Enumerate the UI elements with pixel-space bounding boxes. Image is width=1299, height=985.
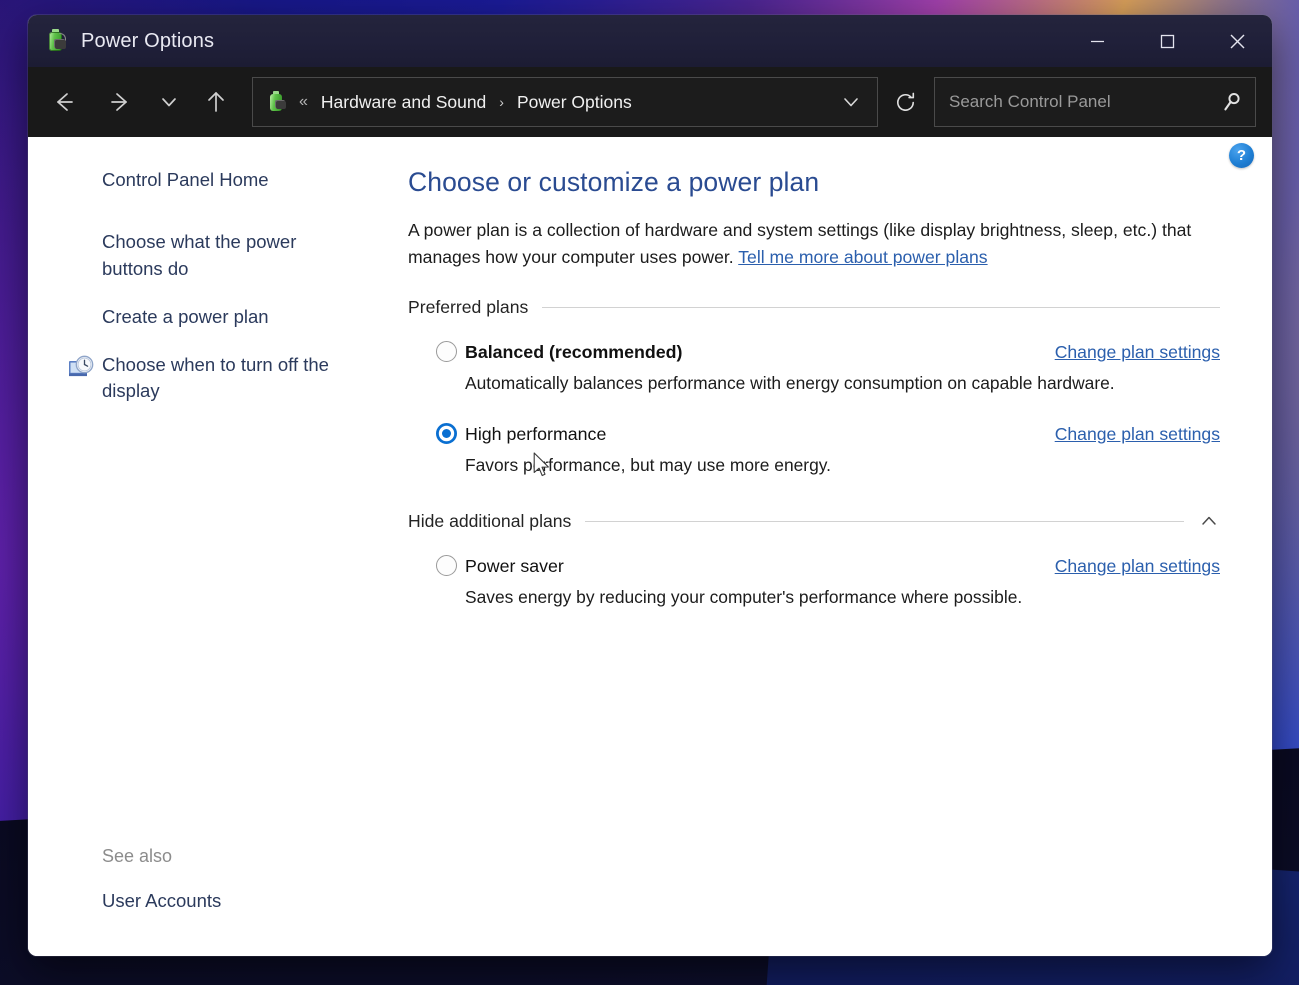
group-header-hide-additional-plans[interactable]: Hide additional plans [408, 510, 1220, 532]
main-pane: ? Choose or customize a power plan A pow… [380, 137, 1272, 956]
titlebar-left: Power Options [28, 29, 214, 53]
sidebar-item-label: Choose when to turn off the display [102, 354, 329, 402]
plan-description-power-saver: Saves energy by reducing your computer's… [465, 587, 1023, 608]
power-options-window: Power Options « Hardware and Sound › Pow… [28, 15, 1272, 956]
search-input[interactable] [949, 92, 1219, 112]
sidebar-item-control-panel-home[interactable]: Control Panel Home [28, 163, 358, 197]
breadcrumb-item-power-options[interactable]: Power Options [513, 87, 636, 118]
group-rule [542, 307, 1220, 309]
forward-button[interactable] [98, 80, 142, 124]
back-button[interactable] [42, 80, 86, 124]
breadcrumb-overflow-icon[interactable]: « [299, 93, 308, 111]
search-icon[interactable] [1219, 91, 1245, 113]
plan-row-high-performance: High performance Change plan settings Fa… [408, 422, 1220, 476]
plan-description-high-performance: Favors performance, but may use more ene… [465, 455, 832, 476]
group-label: Preferred plans [408, 297, 529, 318]
sidebar-item-create-a-power-plan[interactable]: Create a power plan [28, 300, 358, 334]
window-controls [1062, 15, 1272, 67]
minimize-button[interactable] [1062, 15, 1132, 67]
close-button[interactable] [1202, 15, 1272, 67]
sidebar: Control Panel Home Choose what the power… [28, 137, 380, 956]
plan-name-balanced[interactable]: Balanced (recommended) [465, 342, 682, 363]
see-also-heading: See also [102, 846, 173, 866]
plan-row-top: Power saver Change plan settings [438, 554, 1220, 578]
search-box[interactable] [934, 77, 1256, 127]
change-plan-settings-high-performance[interactable]: Change plan settings [1055, 424, 1220, 445]
plan-row-power-saver: Power saver Change plan settings Saves e… [408, 554, 1220, 608]
plan-row-balanced: Balanced (recommended) Change plan setti… [408, 340, 1220, 394]
change-plan-settings-power-saver[interactable]: Change plan settings [1055, 556, 1220, 577]
battery-plug-icon [45, 29, 67, 53]
maximize-button[interactable] [1132, 15, 1202, 67]
preferred-plans-list: Balanced (recommended) Change plan setti… [408, 340, 1220, 476]
chevron-down-icon[interactable] [831, 82, 871, 122]
navigation-toolbar: « Hardware and Sound › Power Options [28, 67, 1272, 137]
refresh-icon[interactable] [882, 79, 928, 125]
plan-row-top: Balanced (recommended) Change plan setti… [438, 340, 1220, 364]
tell-me-more-link[interactable]: Tell me more about power plans [738, 247, 987, 267]
sidebar-item-choose-when-to-turn-off-display[interactable]: Choose when to turn off the display [28, 348, 358, 409]
window-titlebar[interactable]: Power Options [28, 15, 1272, 67]
monitor-clock-icon [68, 354, 96, 380]
group-rule [585, 520, 1184, 522]
sidebar-item-choose-what-power-buttons-do[interactable]: Choose what the power buttons do [28, 225, 358, 286]
plan-description-balanced: Automatically balances performance with … [465, 373, 1115, 394]
plan-name-power-saver[interactable]: Power saver [465, 556, 564, 577]
chevron-up-icon[interactable] [1198, 510, 1220, 532]
additional-plans-list: Power saver Change plan settings Saves e… [408, 554, 1220, 608]
window-title: Power Options [81, 29, 215, 52]
address-battery-icon [267, 91, 287, 113]
up-button[interactable] [194, 80, 238, 124]
window-content: Control Panel Home Choose what the power… [28, 137, 1272, 956]
plan-name-high-performance[interactable]: High performance [465, 424, 606, 445]
page-title: Choose or customize a power plan [408, 167, 820, 197]
help-icon[interactable]: ? [1229, 143, 1254, 168]
see-also-section: See also User Accounts [28, 846, 380, 956]
group-label[interactable]: Hide additional plans [408, 511, 571, 532]
change-plan-settings-balanced[interactable]: Change plan settings [1055, 342, 1220, 363]
page-description: A power plan is a collection of hardware… [408, 217, 1220, 272]
breadcrumb-separator-icon: › [499, 94, 504, 110]
recent-locations-button[interactable] [152, 80, 186, 124]
breadcrumb-item-hardware-and-sound[interactable]: Hardware and Sound [317, 87, 490, 118]
plan-row-top: High performance Change plan settings [438, 422, 1220, 446]
group-header-preferred-plans: Preferred plans [408, 297, 1220, 318]
see-also-item-user-accounts[interactable]: User Accounts [28, 890, 380, 912]
address-bar[interactable]: « Hardware and Sound › Power Options [252, 77, 878, 127]
